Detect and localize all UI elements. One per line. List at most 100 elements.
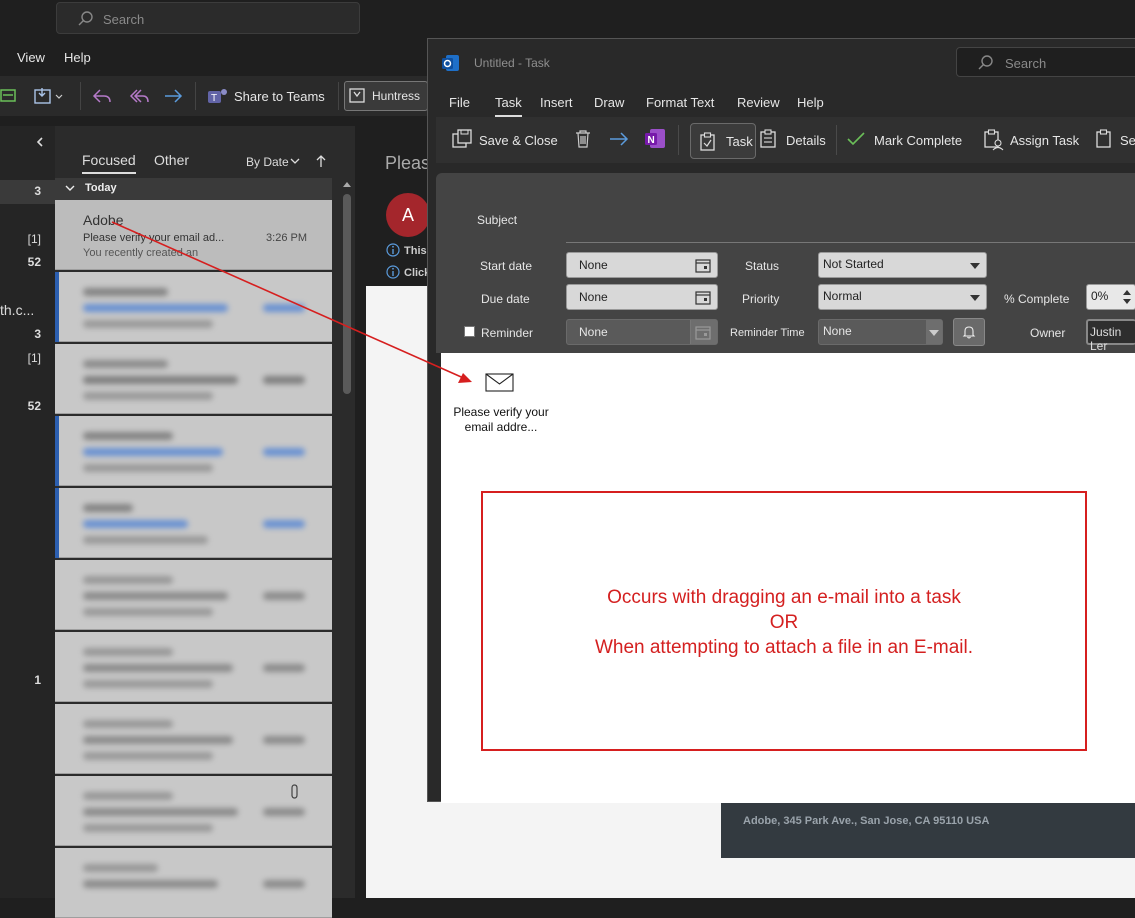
- subject-label: Subject: [477, 213, 518, 227]
- list-item[interactable]: [55, 272, 332, 342]
- tab-focused-underline: [82, 172, 136, 174]
- percent-complete-label: % Complete: [1004, 292, 1070, 306]
- task-search-box[interactable]: Search: [956, 47, 1135, 77]
- menu-file[interactable]: File: [449, 95, 470, 110]
- reminder-checkbox[interactable]: [464, 326, 475, 337]
- menu-review[interactable]: Review: [737, 95, 780, 110]
- bell-icon: [962, 326, 976, 339]
- reminder-time-label: Reminder Time: [730, 327, 805, 339]
- menu-insert[interactable]: Insert: [540, 95, 573, 110]
- task-window: Untitled - Task Search File Task Insert …: [427, 38, 1135, 803]
- huntress-label: Huntress: [372, 89, 421, 103]
- send-status-icon: [1096, 129, 1111, 148]
- assign-task-button[interactable]: Assign Task: [984, 127, 1094, 153]
- menu-format-text[interactable]: Format Text: [646, 95, 714, 110]
- move-icon[interactable]: [34, 86, 64, 106]
- reply-icon[interactable]: [92, 86, 112, 106]
- email-attachment-label[interactable]: Please verify your email addre...: [449, 405, 553, 435]
- menu-task[interactable]: Task: [495, 95, 522, 117]
- search-placeholder: Search: [103, 12, 145, 27]
- list-icon[interactable]: [0, 88, 18, 104]
- envelope-icon[interactable]: [485, 373, 515, 393]
- report-icon: [349, 88, 365, 103]
- details-icon: [760, 129, 776, 148]
- chevron-down-icon[interactable]: [290, 158, 300, 166]
- menu-draw[interactable]: Draw: [594, 95, 624, 110]
- svg-text:T: T: [211, 93, 217, 104]
- tab-other[interactable]: Other: [154, 152, 189, 168]
- send-status-button[interactable]: Se: [1096, 127, 1135, 153]
- reminder-sound-button[interactable]: [953, 318, 985, 346]
- forward-icon[interactable]: [163, 86, 183, 106]
- forward-icon[interactable]: [608, 129, 630, 149]
- scroll-up-icon[interactable]: [342, 180, 352, 188]
- save-close-button[interactable]: Save & Close: [444, 127, 564, 153]
- reminder-time-value: None: [823, 324, 852, 338]
- percent-complete-value: 0%: [1091, 289, 1109, 303]
- search-icon: [78, 11, 93, 26]
- delete-icon[interactable]: [574, 129, 592, 149]
- percent-complete-stepper[interactable]: 0%: [1086, 284, 1135, 310]
- priority-select[interactable]: Normal: [818, 284, 987, 310]
- reminder-date-field[interactable]: None: [566, 319, 718, 345]
- list-item[interactable]: [55, 488, 332, 558]
- task-form: Subject Start date None Due date None St…: [436, 173, 1135, 353]
- folder-count: 3: [34, 184, 41, 198]
- status-select[interactable]: Not Started: [818, 252, 987, 278]
- folder-pane: 3 [1] 52 th.c... 3 [1] 52 1: [0, 126, 55, 898]
- subject-input[interactable]: [566, 242, 1135, 243]
- huntress-button[interactable]: Huntress: [344, 81, 428, 111]
- menu-help[interactable]: Help: [64, 50, 91, 65]
- folder-selected-row[interactable]: [0, 180, 55, 204]
- list-item[interactable]: [55, 776, 332, 846]
- info-icon: [386, 265, 400, 279]
- list-item[interactable]: [55, 344, 332, 414]
- due-date-label: Due date: [481, 292, 530, 306]
- task-view-button[interactable]: Task: [690, 123, 756, 159]
- share-to-teams-button[interactable]: Share to Teams: [234, 89, 325, 104]
- list-item[interactable]: [55, 704, 332, 774]
- menu-help[interactable]: Help: [797, 95, 824, 110]
- main-search-box[interactable]: Search: [56, 2, 360, 34]
- reminder-time-select[interactable]: None: [818, 319, 943, 345]
- status-value: Not Started: [823, 257, 884, 271]
- group-today-label: Today: [85, 182, 117, 194]
- task-body-editor[interactable]: Please verify your email addre... Occurs…: [441, 353, 1135, 803]
- search-icon: [978, 55, 993, 70]
- onenote-icon[interactable]: N: [644, 128, 666, 150]
- folder-name-truncated[interactable]: th.c...: [0, 302, 34, 318]
- svg-text:N: N: [648, 135, 655, 146]
- stepper-arrows-icon[interactable]: [1121, 287, 1133, 307]
- footer-address: Adobe, 345 Park Ave., San Jose, CA 95110…: [743, 815, 990, 827]
- message-list-scrollbar[interactable]: [340, 176, 354, 898]
- message-time: 3:26 PM: [266, 232, 307, 244]
- outlook-logo-icon: [442, 55, 459, 71]
- owner-label: Owner: [1030, 326, 1066, 340]
- message-item-adobe[interactable]: Adobe Please verify your email ad... You…: [55, 200, 332, 270]
- group-header-today[interactable]: Today: [55, 178, 332, 200]
- list-item[interactable]: [55, 632, 332, 702]
- email-footer: Adobe, 345 Park Ave., San Jose, CA 95110…: [721, 800, 1135, 858]
- reply-all-icon[interactable]: [128, 86, 150, 106]
- tab-focused[interactable]: Focused: [82, 152, 136, 168]
- collapse-chevron-icon[interactable]: [34, 136, 46, 148]
- mark-complete-button[interactable]: Mark Complete: [846, 127, 971, 153]
- menu-view[interactable]: View: [17, 50, 45, 65]
- list-item[interactable]: [55, 848, 332, 918]
- reading-subject: Pleas: [385, 153, 431, 173]
- list-item[interactable]: [55, 416, 332, 486]
- list-item[interactable]: [55, 560, 332, 630]
- scrollbar-thumb[interactable]: [343, 194, 351, 394]
- start-date-field[interactable]: None: [566, 252, 718, 278]
- sort-by-date[interactable]: By Date: [246, 155, 289, 169]
- paperclip-icon: [291, 784, 298, 799]
- reminder-label: Reminder: [481, 326, 534, 340]
- due-date-field[interactable]: None: [566, 284, 718, 310]
- calendar-icon[interactable]: [695, 290, 711, 305]
- owner-value: Justin Ler: [1090, 325, 1122, 353]
- calendar-icon[interactable]: [695, 258, 711, 273]
- reminder-value: None: [579, 325, 608, 339]
- calendar-icon[interactable]: [695, 325, 711, 340]
- details-button[interactable]: Details: [760, 127, 836, 153]
- sort-arrow-up-icon[interactable]: [315, 154, 327, 168]
